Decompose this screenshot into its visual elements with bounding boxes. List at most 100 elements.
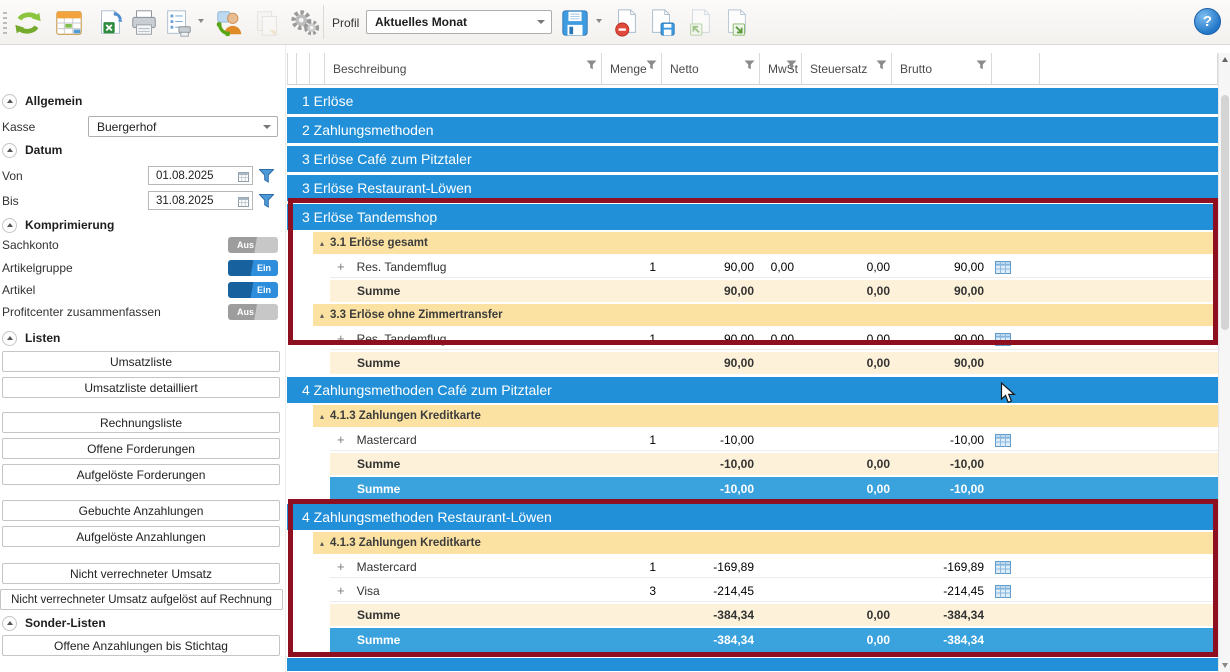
save-profile-as-icon[interactable] [645,6,679,39]
sum-row[interactable]: Summe-10,000,00-10,00 [287,453,1218,475]
toggle-aus[interactable]: Aus [228,304,278,320]
collapse-icon[interactable] [2,143,17,158]
list-button[interactable]: Offene Forderungen [2,438,280,459]
refresh-icon[interactable] [11,6,45,39]
list-button[interactable]: Offene Anzahlungen bis Stichtag [2,635,280,656]
sum-row[interactable]: Summe90,000,0090,00 [287,352,1218,374]
grand-sum-row[interactable]: Summe-384,340,00-384,34 [287,628,1218,652]
group-row[interactable]: 3 Erlöse Café zum Pitztaler [287,146,1218,172]
list-button[interactable]: Nicht verrechneter Umsatz aufgelöst auf … [0,589,283,610]
expand-plus-icon[interactable]: + [337,332,345,345]
collapse-icon[interactable]: ▴ [320,239,324,248]
kasse-select[interactable]: Buergerhof [88,116,278,137]
filter-icon[interactable] [646,60,657,70]
calculator-icon[interactable] [995,261,1011,274]
list-button[interactable]: Nicht verrechneter Umsatz [2,563,280,584]
delete-profile-icon[interactable] [609,6,643,39]
collapse-icon[interactable] [2,331,17,346]
column-header-menge[interactable]: Menge [602,53,662,85]
column-header-mwst[interactable]: MwSt [760,53,802,85]
calendar-icon[interactable] [238,171,249,182]
group-row[interactable]: 2 Zahlungsmethoden [287,117,1218,143]
column-header-steuersatz[interactable]: Steuersatz [802,53,892,85]
calculator-icon[interactable] [995,333,1011,346]
column-header-empty[interactable] [310,53,325,85]
calendar-icon[interactable] [238,196,249,207]
group-row[interactable]: 4 Zahlungsmethoden Café zum Pitztaler [287,377,1218,403]
list-button[interactable]: Umsatzliste [2,351,280,372]
scrollbar-thumb[interactable] [1221,95,1229,330]
bis-date-input[interactable]: 31.08.2025 [148,191,253,210]
collapse-icon[interactable] [2,218,17,233]
table-row[interactable]: +Mastercard1-10,00-10,00 [287,429,1218,451]
calendar-report-icon[interactable] [52,6,86,39]
list-button[interactable]: Umsatzliste detailliert [2,377,280,398]
expand-plus-icon[interactable]: + [337,584,345,597]
collapse-icon[interactable]: ▴ [320,311,324,320]
export-excel-icon[interactable] [93,6,127,39]
group-row[interactable]: 4 Zahlungsmethoden Restaurant-Löwen [287,504,1218,530]
support-contact-icon[interactable] [212,6,246,39]
table-row[interactable]: +Res. Tandemflug190,000,000,0090,00 [287,328,1218,350]
toggle-ein[interactable]: Ein [228,282,278,298]
section-header-sonder-listen[interactable]: Sonder-Listen [2,615,106,631]
toggle-aus[interactable]: Aus [228,237,278,253]
scroll-down-icon[interactable] [1222,663,1228,668]
profile-select[interactable]: Aktuelles Monat [366,10,552,34]
expand-plus-icon[interactable]: + [337,560,345,573]
collapse-icon[interactable] [2,94,17,109]
collapse-icon[interactable]: ▴ [320,539,324,548]
settings-gears-icon[interactable] [288,6,322,39]
filter-icon[interactable] [876,60,887,70]
list-button[interactable]: Rechnungsliste [2,412,280,433]
expand-plus-icon[interactable]: + [337,433,345,446]
collapse-icon[interactable]: ▴ [320,412,324,421]
copy-report-icon[interactable] [250,6,284,39]
group-row[interactable]: 1 Erlöse [287,88,1218,114]
filter-icon[interactable] [586,60,597,70]
bis-filter-icon[interactable] [257,191,276,210]
column-header-brutto[interactable]: Brutto [892,53,992,85]
print-list-dropdown-icon[interactable] [198,19,204,23]
table-row[interactable]: +Mastercard1-169,89-169,89 [287,556,1218,578]
column-header-empty[interactable] [296,53,310,85]
sum-row[interactable]: Summe90,000,0090,00 [287,280,1218,302]
column-header-beschreibung[interactable]: Beschreibung [325,53,602,85]
save-profile-icon[interactable] [558,6,592,39]
section-header-allgemein[interactable]: Allgemein [2,93,82,109]
section-header-listen[interactable]: Listen [2,330,60,346]
calculator-icon[interactable] [995,561,1011,574]
filter-icon[interactable] [976,60,987,70]
grand-sum-row[interactable]: Summe-10,000,00-10,00 [287,477,1218,501]
section-header-komprimierung[interactable]: Komprimierung [2,217,114,233]
list-button[interactable]: Aufgelöste Forderungen [2,464,280,485]
collapse-icon[interactable] [2,616,17,631]
export-profile-icon[interactable] [719,6,753,39]
filter-icon[interactable] [786,60,797,70]
calculator-icon[interactable] [995,434,1011,447]
expand-plus-icon[interactable]: + [337,260,345,273]
toolbar-grip[interactable] [3,12,7,34]
group-row[interactable]: 3 Erlöse Restaurant-Löwen [287,175,1218,201]
von-filter-icon[interactable] [257,166,276,185]
table-row[interactable]: +Res. Tandemflug190,000,000,0090,00 [287,256,1218,278]
von-date-input[interactable]: 01.08.2025 [148,166,253,185]
list-button[interactable]: Aufgelöste Anzahlungen [2,526,280,547]
print-icon[interactable] [127,6,161,39]
help-button[interactable]: ? [1194,8,1221,35]
table-row[interactable]: +Visa3-214,45-214,45 [287,580,1218,602]
calculator-icon[interactable] [995,585,1011,598]
subgroup-row[interactable]: ▴4.1.3 Zahlungen Kreditkarte [287,405,1218,427]
print-list-icon[interactable] [161,6,195,39]
column-header-empty[interactable] [1040,53,1218,85]
subgroup-row[interactable]: ▴3.1 Erlöse gesamt [287,232,1218,254]
toggle-ein[interactable]: Ein [228,260,278,276]
column-header-netto[interactable]: Netto [662,53,760,85]
vertical-scrollbar[interactable] [1218,53,1230,672]
section-header-datum[interactable]: Datum [2,142,62,158]
save-profile-dropdown-icon[interactable] [596,19,602,23]
subgroup-row[interactable]: ▴3.3 Erlöse ohne Zimmertransfer [287,304,1218,326]
subgroup-row[interactable]: ▴4.1.3 Zahlungen Kreditkarte [287,532,1218,554]
scroll-up-icon[interactable] [1222,57,1228,62]
import-profile-icon[interactable] [683,6,717,39]
